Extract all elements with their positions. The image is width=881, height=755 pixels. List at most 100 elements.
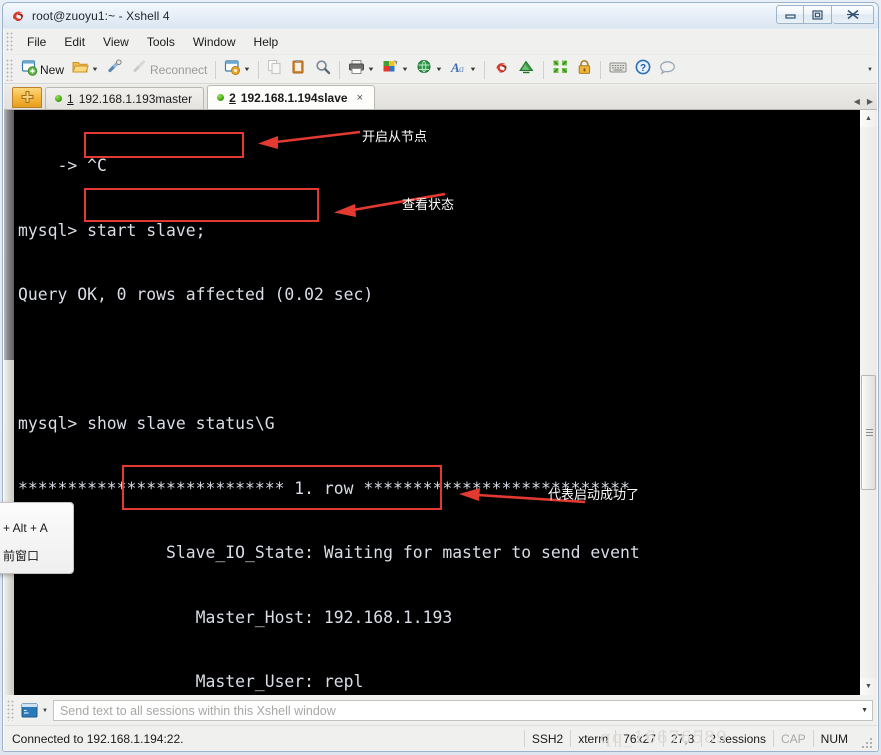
connect-icon: [106, 59, 123, 80]
print-dropdown-arrow[interactable]: [367, 59, 374, 81]
toolbar-separator: [484, 60, 486, 79]
close-button[interactable]: [832, 5, 874, 24]
menu-edit[interactable]: Edit: [55, 32, 94, 52]
paste-button[interactable]: [287, 58, 311, 82]
web-transfer-icon: [416, 59, 433, 80]
hotkey-tooltip-line2: 前窗口: [3, 549, 40, 563]
session-properties-button[interactable]: [220, 58, 254, 82]
new-session-button[interactable]: New: [17, 58, 68, 82]
fullscreen-button[interactable]: [548, 58, 573, 82]
terminal-line: Master_User: repl: [18, 672, 364, 691]
toolbar-separator: [339, 60, 341, 79]
send-history-dropdown-arrow[interactable]: ▼: [861, 707, 868, 714]
scrollbar-down-arrow-icon[interactable]: ▼: [860, 678, 877, 695]
status-caps-lock: CAP: [772, 730, 813, 747]
find-button[interactable]: [311, 58, 335, 82]
chat-button[interactable]: [655, 58, 680, 82]
send-target-button[interactable]: [19, 701, 40, 721]
chat-icon: [659, 60, 676, 80]
keyboard-icon: [609, 60, 627, 79]
menu-drag-grip[interactable]: [6, 31, 14, 52]
xshell-logo-icon: [10, 8, 26, 24]
scrollbar-up-arrow-icon[interactable]: ▲: [860, 110, 877, 127]
web-transfer-button[interactable]: [412, 58, 446, 82]
tab-close-icon[interactable]: ×: [357, 92, 363, 104]
tab-status-dot-icon: [217, 94, 225, 101]
font-icon: A a: [450, 59, 467, 80]
fullscreen-icon: [552, 59, 569, 80]
menu-view[interactable]: View: [94, 32, 138, 52]
status-num-lock: NUM: [812, 730, 855, 747]
window-title: root@zuoyu1:~ - Xshell 4: [32, 8, 170, 23]
svg-text:a: a: [459, 64, 464, 75]
menu-bar: File Edit View Tools Window Help: [4, 29, 877, 55]
reconnect-icon: [131, 59, 148, 80]
terminal-scrollbar[interactable]: ▲ ▼: [859, 110, 877, 695]
tab-scroll-right-icon[interactable]: ▶: [867, 97, 873, 106]
help-button[interactable]: ?: [631, 58, 655, 82]
toolbar-overflow-arrow[interactable]: [867, 67, 873, 73]
status-terminal-type: xterm: [570, 730, 615, 747]
minimize-button[interactable]: [776, 5, 804, 24]
toolbar-drag-grip[interactable]: [6, 58, 14, 81]
status-cursor-pos: 27,8: [662, 730, 701, 747]
web-transfer-dropdown-arrow[interactable]: [435, 59, 442, 81]
menu-help[interactable]: Help: [245, 32, 288, 52]
xftp-icon: [518, 59, 535, 80]
xshell-application-window: root@zuoyu1:~ - Xshell 4 File Edit View …: [0, 0, 881, 755]
reconnect-button: Reconnect: [127, 58, 211, 82]
keyboard-button[interactable]: [605, 58, 631, 82]
terminal-line: Master_Host: 192.168.1.193: [18, 607, 453, 627]
color-scheme-dropdown-arrow[interactable]: [401, 59, 408, 81]
toolbar-separator: [215, 60, 217, 79]
send-target-dropdown-arrow[interactable]: ▼: [42, 708, 48, 714]
toolbar-separator: [600, 60, 602, 79]
status-bar: Connected to 192.168.1.194:22. SSH2 xter…: [4, 725, 877, 751]
terminal-line: mysql> start slave;: [18, 220, 206, 240]
maximize-button[interactable]: [804, 5, 832, 24]
terminal-line: Slave_IO_State: Waiting for master to se…: [18, 543, 640, 562]
sendbar-drag-grip[interactable]: [7, 700, 15, 721]
copy-button: [263, 58, 287, 82]
resize-grip[interactable]: [861, 737, 873, 749]
status-protocol: SSH2: [523, 730, 570, 747]
tab-status-dot-icon: [55, 95, 62, 102]
tab-bar: 1 192.168.1.193master 2 192.168.1.194sla…: [4, 85, 877, 110]
xshell-button[interactable]: [489, 58, 514, 82]
terminal-line: *************************** 1. row *****…: [18, 478, 630, 498]
xshell-icon: [493, 59, 510, 80]
tab-session-2-label: 192.168.1.194slave: [240, 90, 348, 105]
tab-session-2[interactable]: 2 192.168.1.194slave ×: [207, 85, 376, 109]
send-to-all-input[interactable]: Send text to all sessions within this Xs…: [52, 700, 873, 721]
status-indicators: SSH2 xterm 76x27 27,8 2 sessions CAP NUM: [523, 730, 855, 747]
terminal-scrollbar-thumb[interactable]: [861, 375, 876, 490]
xftp-button[interactable]: [514, 58, 539, 82]
tab-session-1[interactable]: 1 192.168.1.193master: [45, 87, 205, 109]
session-properties-dropdown-arrow[interactable]: [243, 59, 250, 81]
help-icon: ?: [635, 59, 651, 80]
svg-text:?: ?: [640, 63, 646, 74]
print-button[interactable]: [344, 58, 378, 82]
open-session-dropdown-arrow[interactable]: [91, 59, 98, 81]
window-controls: [776, 5, 874, 24]
toolbar-separator: [543, 60, 545, 79]
hotkey-tooltip: + Alt + A 前窗口: [0, 502, 74, 574]
tab-session-2-number: 2: [229, 90, 236, 105]
menu-tools[interactable]: Tools: [138, 32, 184, 52]
title-bar[interactable]: root@zuoyu1:~ - Xshell 4: [3, 3, 878, 28]
menu-file[interactable]: File: [18, 32, 55, 52]
open-session-button[interactable]: [68, 58, 102, 82]
lock-button[interactable]: [573, 58, 596, 82]
connect-button[interactable]: [102, 58, 127, 82]
font-button[interactable]: A a: [446, 58, 480, 82]
menu-window[interactable]: Window: [184, 32, 245, 52]
reconnect-label: Reconnect: [150, 62, 208, 77]
tab-session-1-label: 192.168.1.193master: [78, 91, 193, 106]
terminal-left-scrollbar-thumb[interactable]: [4, 110, 14, 360]
tab-scroll-left-icon[interactable]: ◀: [854, 97, 860, 106]
font-dropdown-arrow[interactable]: [469, 59, 476, 81]
terminal-region: -> ^C mysql> start slave; Query OK, 0 ro…: [4, 110, 877, 695]
terminal-left-scrollbar[interactable]: [4, 110, 14, 695]
new-tab-plus-icon[interactable]: [12, 87, 42, 108]
color-scheme-button[interactable]: [378, 58, 412, 82]
